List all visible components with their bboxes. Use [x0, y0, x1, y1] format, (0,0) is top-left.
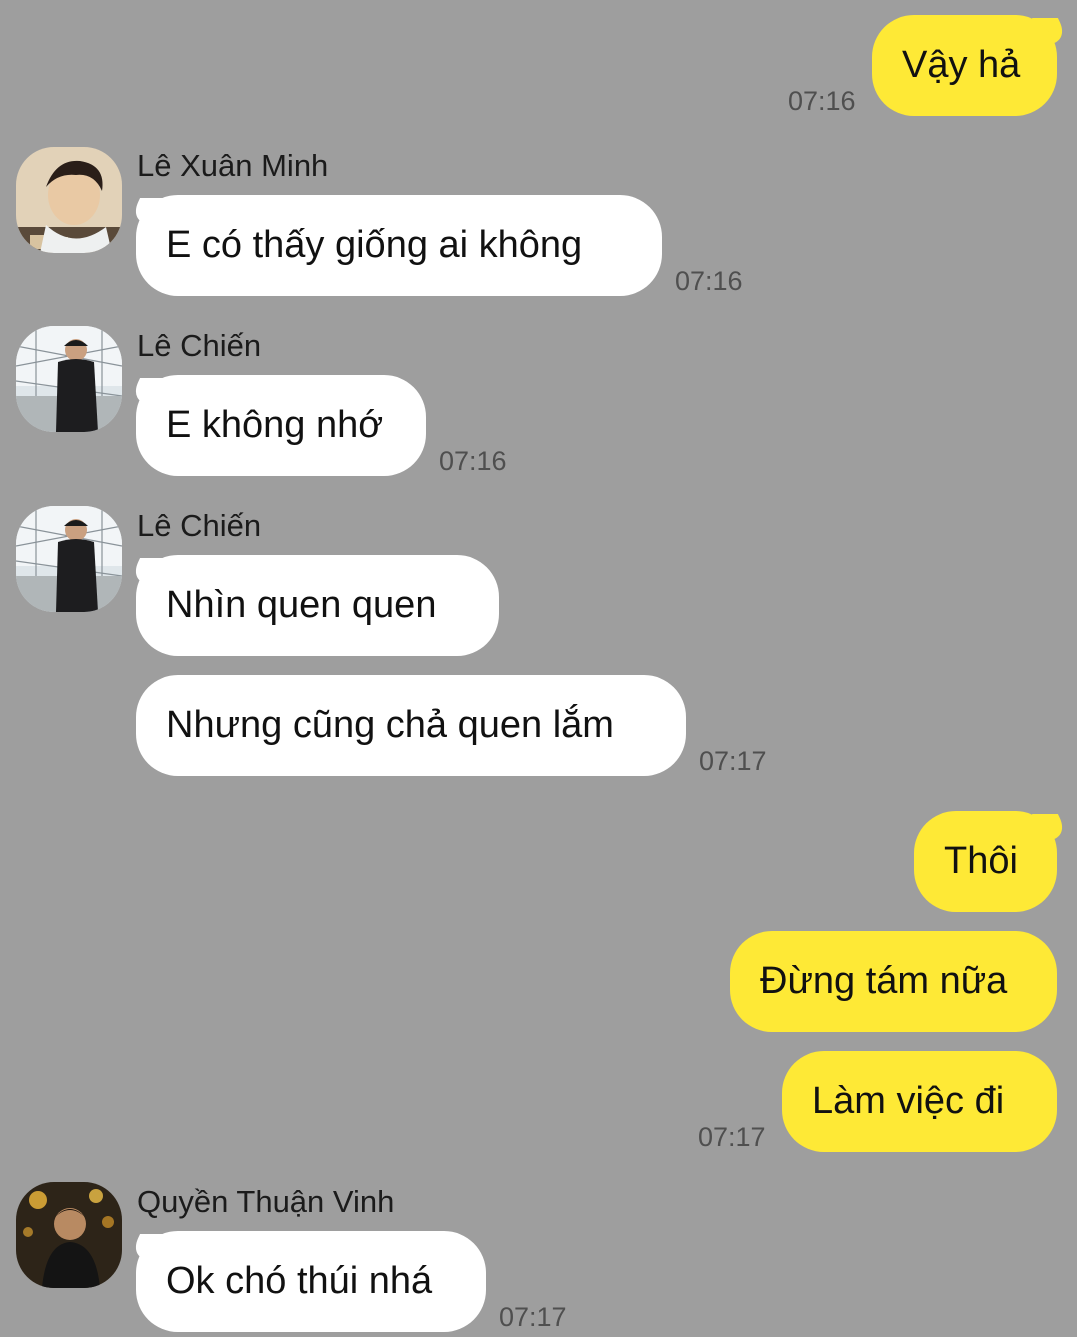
message-text: Nhưng cũng chả quen lắm [166, 704, 614, 746]
sender-name: Lê Xuân Minh [137, 148, 329, 183]
message-text: Ok chó thúi nhá [166, 1260, 433, 1302]
sender-name: Lê Chiến [137, 328, 262, 363]
message-text: Thôi [944, 840, 1018, 882]
message-timestamp: 07:16 [675, 266, 743, 296]
message-text: E không nhớ [166, 404, 384, 446]
incoming-message-bubble[interactable]: Ok chó thúi nhá [136, 1231, 486, 1332]
message-timestamp: 07:16 [788, 86, 856, 116]
message-text: Nhìn quen quen [166, 584, 437, 626]
avatar[interactable] [16, 147, 122, 253]
message-text: Đừng tám nữa [760, 960, 1008, 1002]
message-text: E có thấy giống ai không [166, 224, 583, 266]
outgoing-message-bubble[interactable]: Đừng tám nữa [730, 931, 1057, 1032]
message-text: Vậy hả [902, 44, 1021, 86]
incoming-message-bubble[interactable]: E không nhớ [136, 375, 426, 476]
message-timestamp: 07:17 [499, 1302, 567, 1332]
avatar[interactable] [16, 326, 122, 432]
avatar[interactable] [16, 506, 122, 612]
incoming-message-bubble[interactable]: Nhìn quen quen [136, 555, 499, 656]
message-timestamp: 07:17 [699, 746, 767, 776]
outgoing-message-bubble[interactable]: Thôi [914, 811, 1057, 912]
sender-name: Lê Chiến [137, 508, 262, 543]
message-timestamp: 07:17 [698, 1122, 766, 1152]
outgoing-message-bubble[interactable]: Vậy hả [872, 15, 1057, 116]
outgoing-message-bubble[interactable]: Làm việc đi [782, 1051, 1057, 1152]
incoming-message-bubble[interactable]: E có thấy giống ai không [136, 195, 662, 296]
message-text: Làm việc đi [812, 1080, 1005, 1122]
sender-name: Quyền Thuận Vinh [137, 1184, 395, 1219]
incoming-message-bubble[interactable]: Nhưng cũng chả quen lắm [136, 675, 686, 776]
message-timestamp: 07:16 [439, 446, 507, 476]
avatar[interactable] [16, 1182, 122, 1288]
